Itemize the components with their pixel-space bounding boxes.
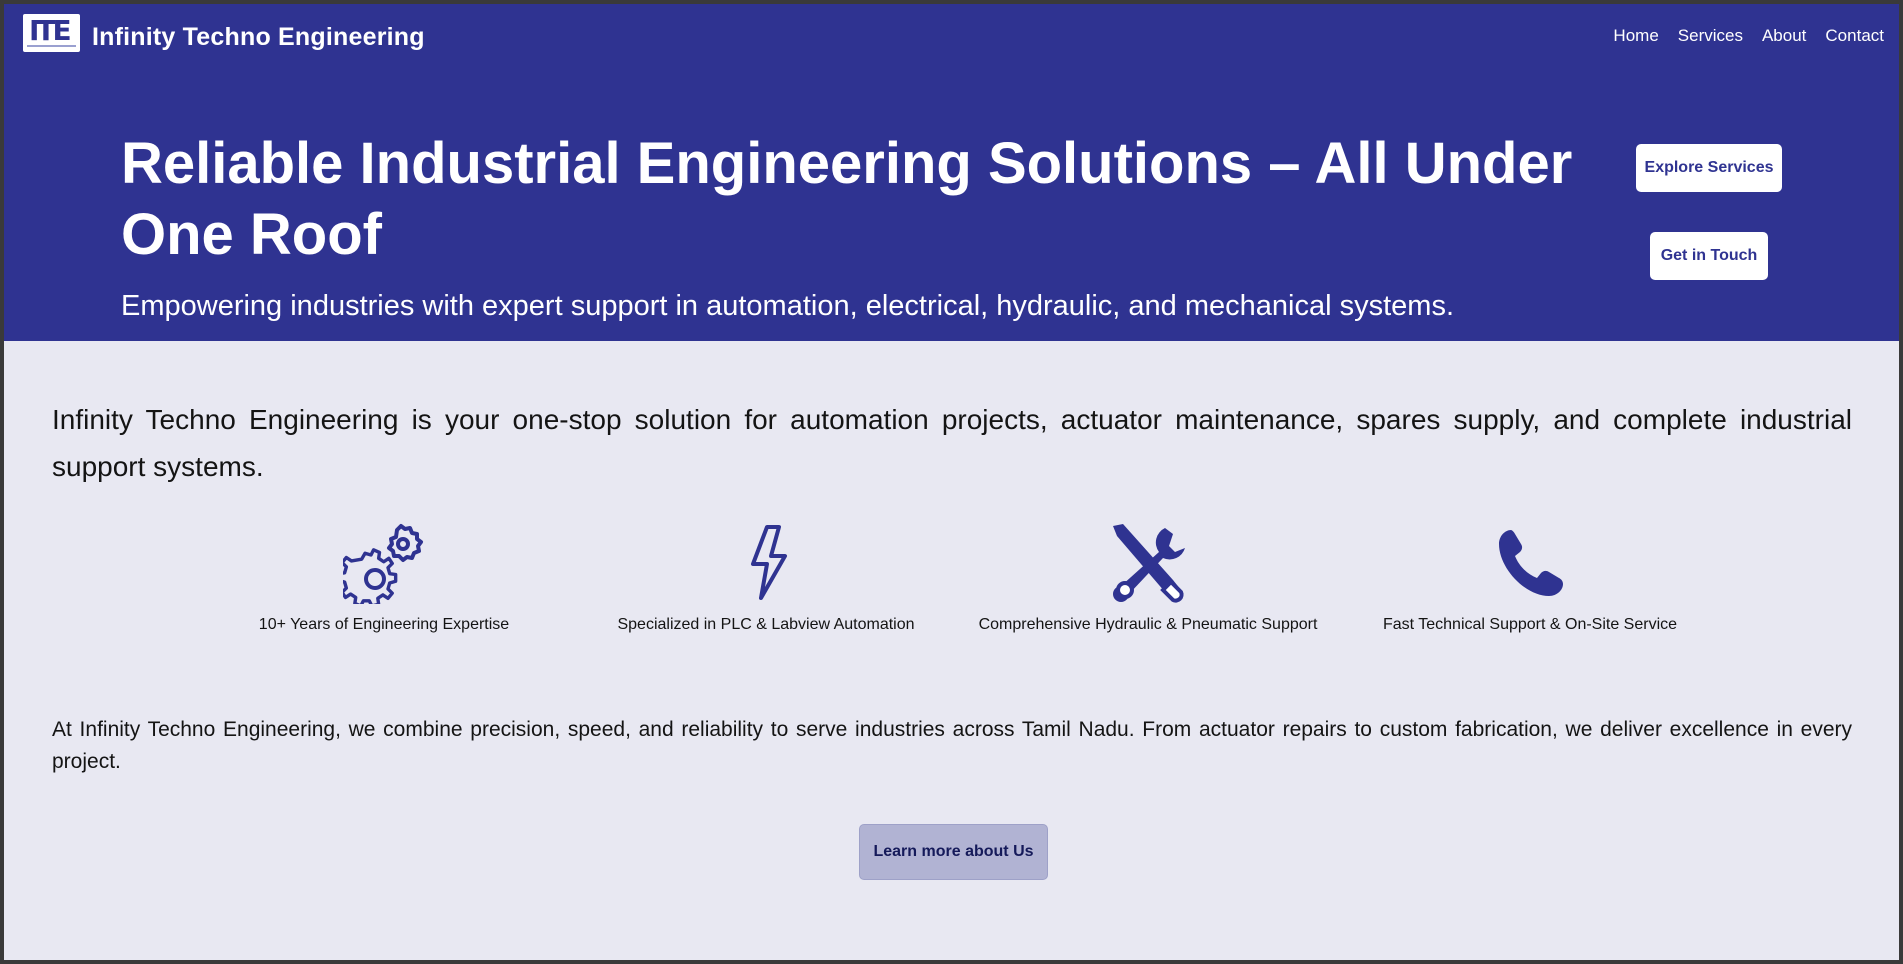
hero-subtitle: Empowering industries with expert suppor… <box>121 290 1455 322</box>
feature-label: 10+ Years of Engineering Expertise <box>258 616 510 633</box>
hero-section: ITE Infinity Techno Engineering Home Ser… <box>4 4 1899 341</box>
lightning-bolt-icon <box>751 525 787 600</box>
feature-item: Comprehensive Hydraulic & Pneumatic Supp… <box>968 522 1328 634</box>
feature-label: Specialized in PLC & Labview Automation <box>617 616 915 633</box>
feature-item: 10+ Years of Engineering Expertise <box>204 522 564 634</box>
get-in-touch-button[interactable]: Get in Touch <box>1650 232 1768 280</box>
feature-item: Specialized in PLC & Labview Automation <box>586 522 946 634</box>
gears-icon <box>343 524 423 604</box>
main-nav: Home Services About Contact <box>1613 26 1884 46</box>
intro-text: Infinity Techno Engineering is your one-… <box>52 404 1852 482</box>
nav-home[interactable]: Home <box>1613 26 1658 46</box>
logo[interactable]: ITE <box>23 14 80 52</box>
logo-tagline-line <box>27 45 76 47</box>
features-row: 10+ Years of Engineering Expertise Speci… <box>4 522 1899 642</box>
logo-text: ITE <box>29 14 72 47</box>
learn-more-button[interactable]: Learn more about Us <box>859 824 1048 880</box>
nav-contact[interactable]: Contact <box>1825 26 1884 46</box>
tools-icon <box>1113 524 1185 603</box>
phone-icon <box>1499 530 1563 596</box>
feature-label: Comprehensive Hydraulic & Pneumatic Supp… <box>978 616 1318 633</box>
hero-title: Reliable Industrial Engineering Solution… <box>121 131 1573 267</box>
brand-name[interactable]: Infinity Techno Engineering <box>92 23 425 52</box>
nav-services[interactable]: Services <box>1678 26 1743 46</box>
nav-about[interactable]: About <box>1762 26 1806 46</box>
explore-services-button[interactable]: Explore Services <box>1636 144 1782 192</box>
page: ITE Infinity Techno Engineering Home Ser… <box>4 4 1899 960</box>
feature-label: Fast Technical Support & On-Site Service <box>1382 616 1678 633</box>
feature-item: Fast Technical Support & On-Site Service <box>1350 522 1710 634</box>
about-text: At Infinity Techno Engineering, we combi… <box>52 718 1852 773</box>
